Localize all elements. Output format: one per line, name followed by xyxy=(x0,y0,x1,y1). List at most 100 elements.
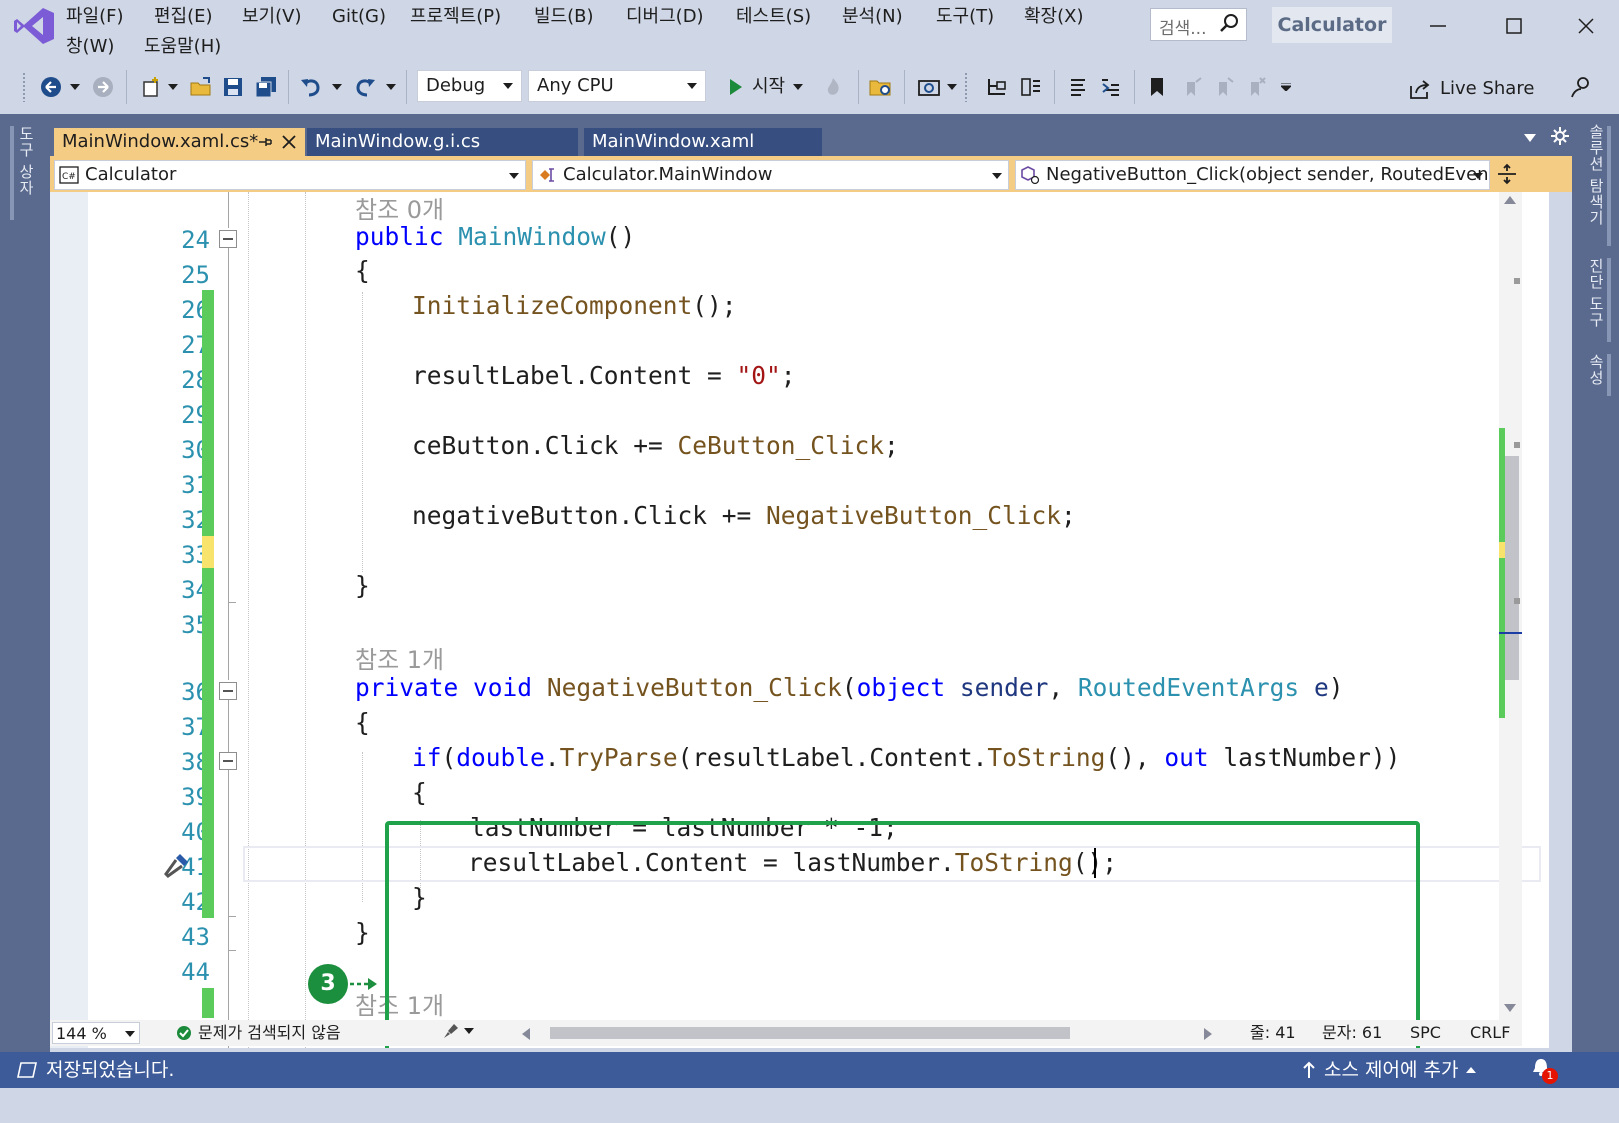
screenshot-dropdown[interactable] xyxy=(946,72,958,102)
collapse-toggle[interactable] xyxy=(219,752,237,770)
collapse-toggle[interactable] xyxy=(219,230,237,248)
properties-button[interactable] xyxy=(1016,72,1046,102)
issues-indicator[interactable]: 문제가 검색되지 않음 xyxy=(176,1022,341,1044)
type-dropdown[interactable]: Calculator.MainWindow xyxy=(532,160,1009,190)
person-feedback-icon xyxy=(1571,77,1589,98)
add-to-source-control-button[interactable]: 소스 제어에 추가 xyxy=(1302,1056,1477,1084)
scrollbar-thumb[interactable] xyxy=(550,1027,1070,1039)
clear-bookmarks-button[interactable] xyxy=(1242,72,1270,102)
menu-project[interactable]: 프로젝트(P) xyxy=(406,4,505,30)
rail-tab-indicator xyxy=(1607,126,1611,246)
solution-configuration-select[interactable]: Debug xyxy=(417,70,522,102)
whitespace-indicator[interactable]: SPC xyxy=(1410,1022,1441,1044)
column-indicator[interactable]: 문자: 61 xyxy=(1322,1022,1382,1044)
menu-edit[interactable]: 편집(E) xyxy=(150,4,217,30)
save-all-button[interactable] xyxy=(252,72,280,102)
menu-help[interactable]: 도움말(H) xyxy=(140,34,225,60)
vertical-scrollbar[interactable] xyxy=(1499,192,1522,1020)
navigate-forward-button[interactable] xyxy=(88,72,118,102)
solution-platform-select[interactable]: Any CPU xyxy=(528,70,706,102)
tab-mainwindow-xaml[interactable]: MainWindow.xaml xyxy=(584,128,822,156)
scroll-down-icon[interactable] xyxy=(1504,1004,1516,1012)
uncomment-button[interactable] xyxy=(1096,72,1126,102)
pin-icon[interactable] xyxy=(256,128,274,156)
chevron-down-icon xyxy=(125,1031,135,1037)
properties-tab[interactable]: 속성 xyxy=(1586,354,1607,386)
navigate-back-dropdown[interactable] xyxy=(68,72,82,102)
open-file-button[interactable] xyxy=(186,72,216,102)
menu-window[interactable]: 창(W) xyxy=(62,34,118,60)
bookmark-button[interactable] xyxy=(1142,72,1172,102)
menu-debug[interactable]: 디버그(D) xyxy=(622,4,708,30)
outline-line xyxy=(228,248,229,602)
quick-actions-screwdriver-icon[interactable] xyxy=(162,850,192,880)
chevron-up-icon xyxy=(1466,1067,1477,1073)
toolbox-tab[interactable]: 도구 상자 xyxy=(16,126,37,196)
save-button[interactable] xyxy=(220,72,246,102)
live-share-button[interactable]: Live Share xyxy=(1408,74,1534,104)
show-tree-button[interactable] xyxy=(982,72,1012,102)
scrollbar-thumb[interactable] xyxy=(1505,456,1519,680)
split-window-icon[interactable] xyxy=(1496,162,1518,186)
undo-button[interactable] xyxy=(296,72,326,102)
new-item-button[interactable] xyxy=(136,72,166,102)
codelens-references[interactable]: 참조 1개 xyxy=(355,640,444,675)
member-dropdown[interactable]: NegativeButton_Click(object sender, Rout… xyxy=(1015,160,1490,190)
bookmark-prev-icon xyxy=(1187,77,1202,96)
close-window-button[interactable] xyxy=(1558,6,1614,46)
feedback-button[interactable] xyxy=(1566,72,1596,102)
redo-button[interactable] xyxy=(350,72,380,102)
start-debugging-button[interactable]: 시작 xyxy=(728,72,804,102)
navigate-back-button[interactable] xyxy=(36,72,66,102)
menu-file[interactable]: 파일(F) xyxy=(62,4,128,30)
solution-explorer-folder-button[interactable] xyxy=(866,72,896,102)
punct: () xyxy=(605,222,636,251)
line-indicator[interactable]: 줄: 41 xyxy=(1250,1022,1296,1044)
project-dropdown[interactable]: C# Calculator xyxy=(54,160,526,190)
code-cleanup-button[interactable] xyxy=(442,1022,474,1040)
toolbar-grip[interactable] xyxy=(22,72,26,102)
codelens-references[interactable]: 참조 0개 xyxy=(355,192,444,225)
menu-analyze[interactable]: 분석(N) xyxy=(838,4,907,30)
tab-mainwindow-xaml-cs[interactable]: MainWindow.xaml.cs* xyxy=(54,128,305,156)
close-icon xyxy=(1578,18,1594,34)
search-input[interactable]: 검색... xyxy=(1150,8,1247,41)
toolbar-overflow-button[interactable] xyxy=(1280,72,1292,102)
solution-explorer-tab[interactable]: 솔루션 탐색기 xyxy=(1586,124,1607,226)
bookmark-clear-icon xyxy=(1251,77,1266,96)
line-number: 41 xyxy=(181,853,210,881)
indicator-margin[interactable] xyxy=(50,192,88,1048)
menu-test[interactable]: 테스트(S) xyxy=(732,4,815,30)
gear-icon[interactable] xyxy=(1550,126,1570,146)
menu-tools[interactable]: 도구(T) xyxy=(932,4,998,30)
code-editor[interactable]: 24 25 26 27 28 29 30 31 32 33 34 35 36 3… xyxy=(50,192,1549,1048)
scroll-up-icon[interactable] xyxy=(1504,196,1516,204)
minimize-button[interactable] xyxy=(1410,6,1466,46)
scroll-left-icon[interactable] xyxy=(522,1028,530,1040)
toolbar-grip[interactable] xyxy=(964,72,968,102)
menu-view[interactable]: 보기(V) xyxy=(238,4,305,30)
horizontal-scrollbar[interactable] xyxy=(522,1024,1212,1040)
close-icon[interactable] xyxy=(280,128,298,156)
screenshot-button[interactable] xyxy=(914,72,944,102)
comment-out-button[interactable] xyxy=(1062,72,1092,102)
collapse-toggle[interactable] xyxy=(219,682,237,700)
hot-reload-button[interactable] xyxy=(820,72,846,102)
scroll-right-icon[interactable] xyxy=(1204,1028,1212,1040)
menu-extensions[interactable]: 확장(X) xyxy=(1020,4,1088,30)
zoom-dropdown[interactable]: 144 % xyxy=(52,1022,140,1044)
diagnostic-tools-tab[interactable]: 진단 도구 xyxy=(1586,258,1607,328)
previous-bookmark-button[interactable] xyxy=(1178,72,1206,102)
menu-git[interactable]: Git(G) xyxy=(328,4,390,30)
tab-list-dropdown-icon[interactable] xyxy=(1524,134,1536,142)
tab-mainwindow-g-i-cs[interactable]: MainWindow.g.i.cs xyxy=(307,128,578,156)
maximize-button[interactable] xyxy=(1486,6,1542,46)
new-item-dropdown[interactable] xyxy=(166,72,180,102)
undo-dropdown[interactable] xyxy=(330,72,344,102)
next-bookmark-button[interactable] xyxy=(1210,72,1238,102)
line-ending-indicator[interactable]: CRLF xyxy=(1470,1022,1510,1044)
notifications-button[interactable]: 1 xyxy=(1530,1056,1558,1084)
redo-dropdown[interactable] xyxy=(384,72,398,102)
menu-build[interactable]: 빌드(B) xyxy=(530,4,598,30)
visual-studio-logo-icon[interactable] xyxy=(12,6,56,46)
